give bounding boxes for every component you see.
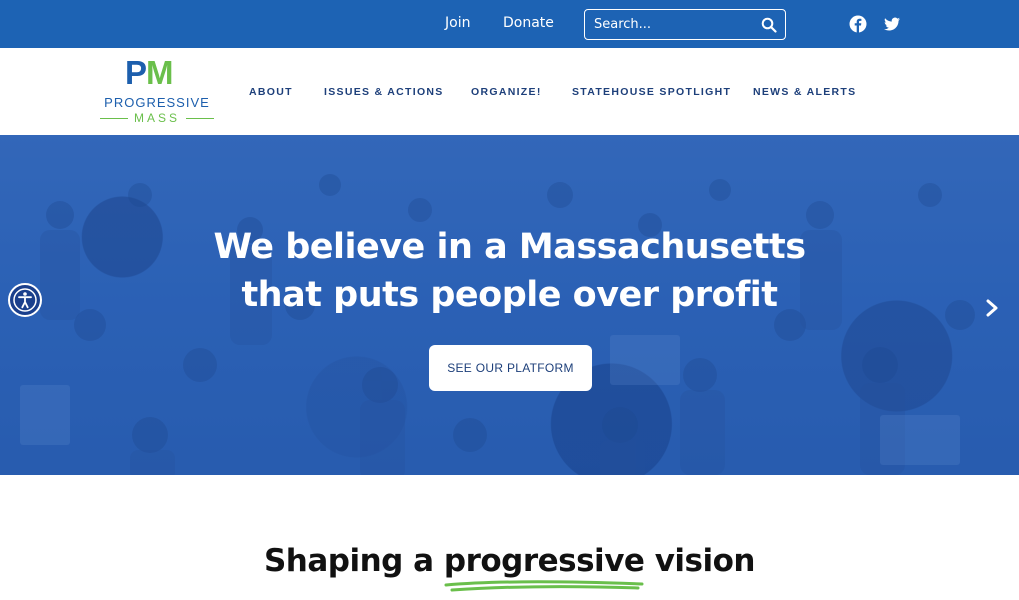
logo-text-progressive: PROGRESSIVE [104, 95, 210, 110]
hero-banner: We believe in a Massachusetts that puts … [0, 135, 1019, 475]
logo-mark-p: P [125, 54, 147, 91]
facebook-icon[interactable] [849, 15, 867, 33]
hero-headline: We believe in a Massachusetts that puts … [0, 223, 1019, 319]
nav-issues-actions[interactable]: ISSUES & ACTIONS [324, 86, 444, 98]
accessibility-icon [13, 288, 37, 312]
section-heading: Shaping a progressive vision [263, 543, 756, 579]
accessibility-button[interactable] [8, 283, 42, 317]
chevron-right-icon[interactable] [984, 299, 1000, 317]
nav-organize[interactable]: ORGANIZE! [471, 86, 542, 98]
logo-divider-right [186, 118, 214, 119]
twitter-icon[interactable] [883, 15, 901, 33]
see-our-platform-button[interactable]: SEE OUR PLATFORM [429, 345, 592, 391]
logo-mass-row: MASS [99, 111, 215, 125]
hero-headline-line2: that puts people over profit [241, 275, 778, 315]
hero-headline-line1: We believe in a Massachusetts [213, 227, 806, 267]
logo-mark: PM [125, 56, 173, 89]
search-box [584, 9, 786, 40]
search-input[interactable] [585, 10, 755, 39]
nav-about[interactable]: ABOUT [249, 86, 293, 98]
nav-news-alerts[interactable]: NEWS & ALERTS [753, 86, 856, 98]
top-bar: Join Donate [0, 0, 1019, 48]
logo-mark-m: M [146, 54, 173, 91]
progressive-mass-logo[interactable]: PM PROGRESSIVE MASS [99, 56, 215, 128]
underline-scribble-decoration [444, 580, 644, 592]
join-link[interactable]: Join [445, 15, 470, 31]
nav-statehouse-spotlight[interactable]: STATEHOUSE SPOTLIGHT [572, 86, 731, 98]
search-icon[interactable] [761, 17, 777, 33]
donate-link[interactable]: Donate [503, 15, 554, 31]
